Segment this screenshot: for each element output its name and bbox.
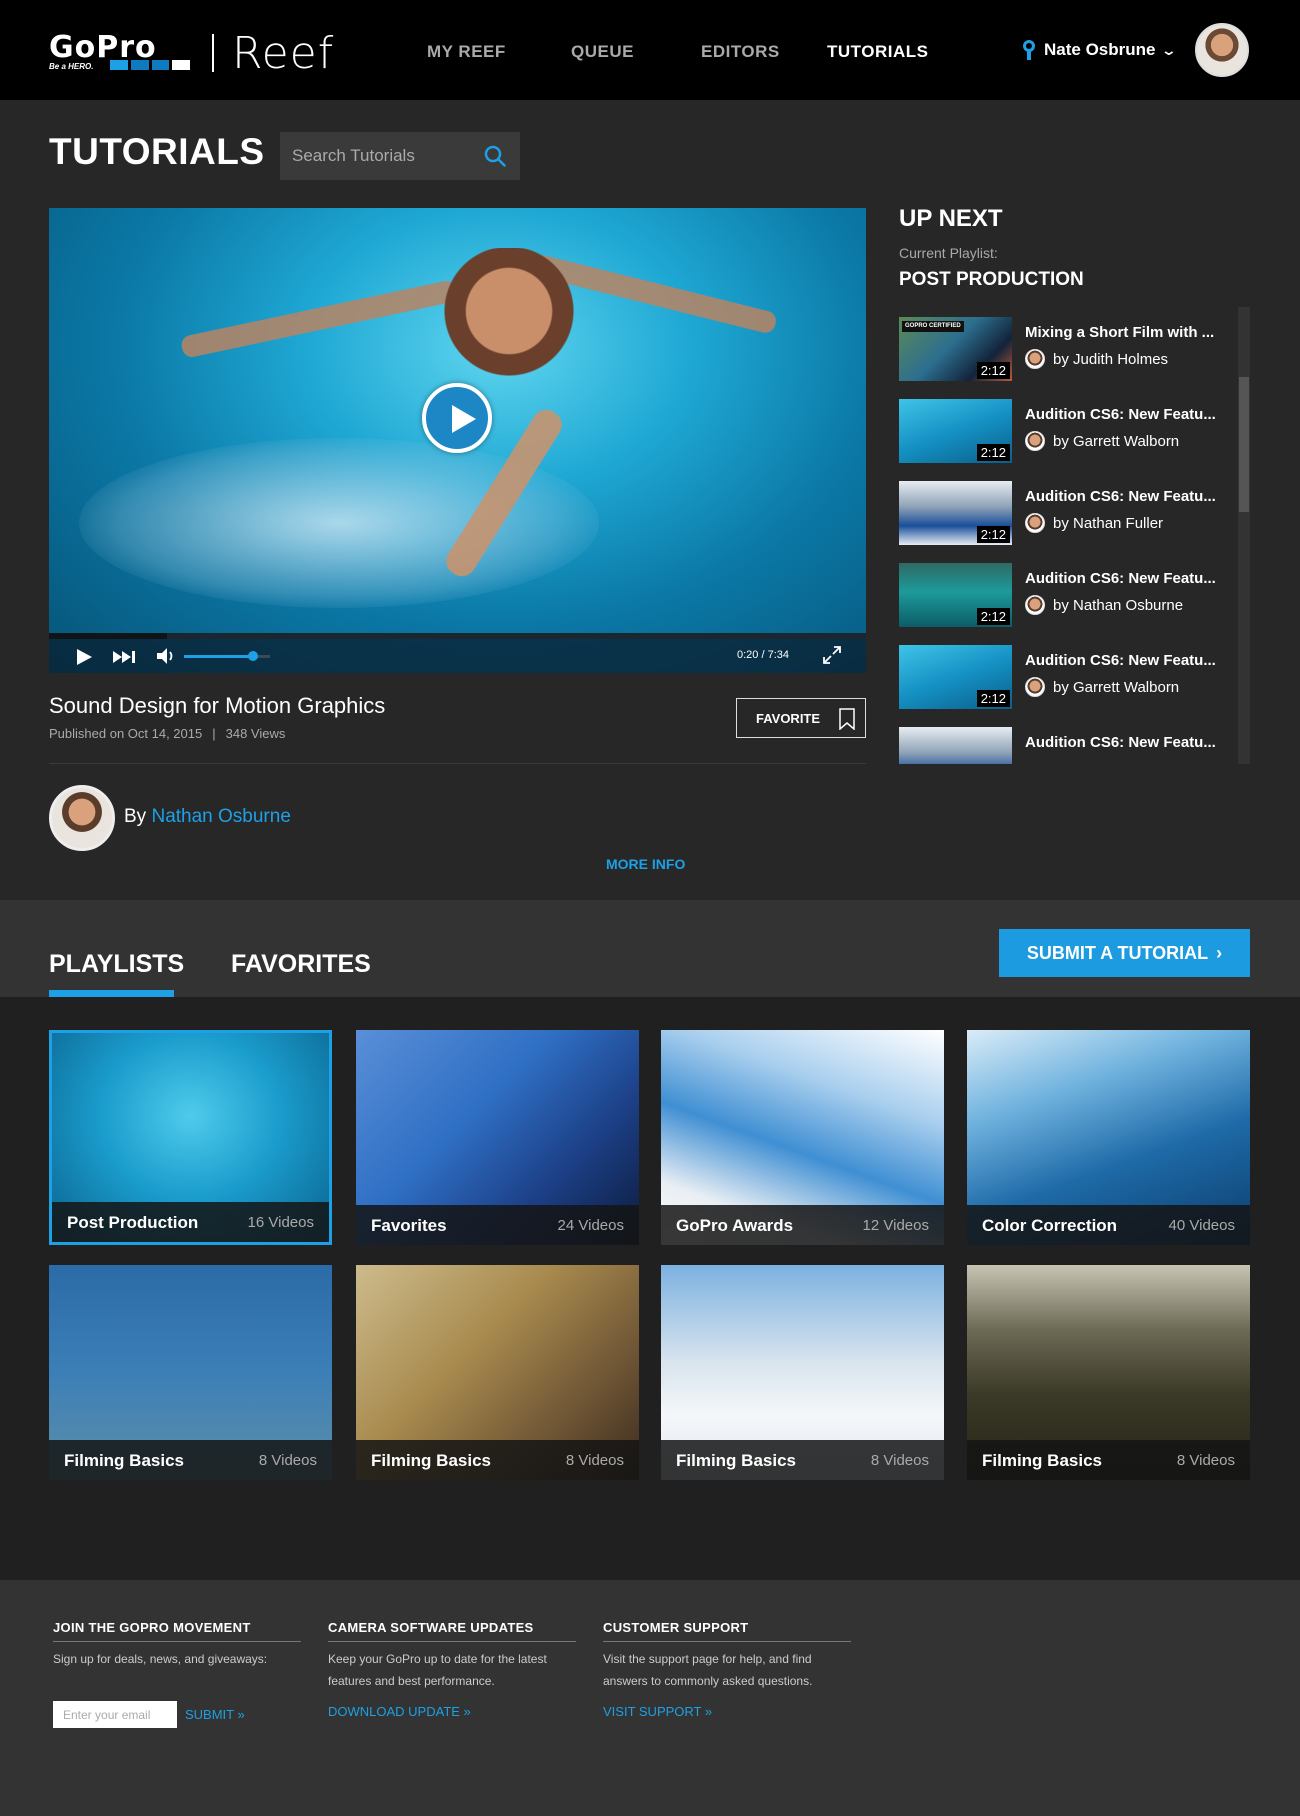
author-link[interactable]: Nathan Osburne (151, 806, 290, 827)
playlist-card[interactable]: Color Correction 40 Videos (967, 1030, 1250, 1245)
publish-date: Published on Oct 14, 2015 (49, 726, 203, 741)
search-input[interactable] (280, 146, 470, 166)
playlist-card[interactable]: Post Production 16 Videos (49, 1030, 332, 1245)
volume-slider[interactable] (184, 651, 270, 661)
user-avatar[interactable] (1195, 23, 1249, 77)
download-update-link[interactable]: DOWNLOAD UPDATE » (328, 1704, 471, 1719)
author-avatar[interactable] (49, 785, 115, 851)
newsletter-form: SUBMIT » (53, 1701, 245, 1728)
chevron-right-icon: › (1216, 942, 1223, 963)
active-tab-indicator (49, 990, 174, 997)
gopro-logo-mark (110, 60, 190, 70)
author-avatar-small (1025, 677, 1045, 697)
playlist-card[interactable]: Favorites 24 Videos (356, 1030, 639, 1245)
nav-tutorials[interactable]: TUTORIALS (827, 42, 928, 62)
playlist-card[interactable]: Filming Basics 8 Videos (49, 1265, 332, 1480)
up-next-item[interactable]: 2:12 Audition CS6: New Featu... by Natha… (899, 481, 1239, 545)
video-player[interactable]: 0:20 / 7:34 (49, 208, 866, 673)
playlist-card[interactable]: Filming Basics 8 Videos (356, 1265, 639, 1480)
divider (49, 763, 866, 764)
author-avatar-small (1025, 349, 1045, 369)
progress-played (49, 633, 168, 639)
progress-bar[interactable] (49, 633, 866, 639)
playlist-card[interactable]: Filming Basics 8 Videos (661, 1265, 944, 1480)
video-thumbnail[interactable]: 2:12 (899, 481, 1012, 545)
video-thumbnail[interactable]: GOPRO CERTIFIED 2:12 (899, 317, 1012, 381)
up-next-scrollbar[interactable] (1238, 307, 1250, 764)
video-title: Sound Design for Motion Graphics (49, 693, 386, 718)
view-count: 348 Views (225, 726, 286, 741)
playlist-card[interactable]: Filming Basics 8 Videos (967, 1265, 1250, 1480)
nav-my-reef[interactable]: MY REEF (427, 42, 506, 62)
video-controls: 0:20 / 7:34 (49, 633, 866, 673)
author-line: By Nathan Osburne (124, 806, 291, 827)
newsletter-submit-link[interactable]: SUBMIT » (185, 1707, 245, 1722)
play-icon[interactable] (77, 649, 92, 665)
user-name: Nate Osbrune (1044, 40, 1156, 59)
up-next-item[interactable]: 2:12 Audition CS6: New Featu... by Natha… (899, 563, 1239, 627)
tab-favorites[interactable]: FAVORITES (231, 950, 371, 979)
more-info-link[interactable]: MORE INFO (606, 856, 685, 872)
footer-join: JOIN THE GOPRO MOVEMENT Sign up for deal… (53, 1620, 301, 1670)
up-next-heading: UP NEXT (899, 205, 1003, 232)
fullscreen-icon[interactable] (822, 645, 842, 665)
certified-badge: GOPRO CERTIFIED (902, 321, 964, 332)
author-avatar-small (1025, 513, 1045, 533)
footer-updates: CAMERA SOFTWARE UPDATES Keep your GoPro … (328, 1620, 576, 1721)
author-avatar-small (1025, 595, 1045, 615)
scrollbar-thumb[interactable] (1239, 377, 1249, 512)
current-playlist-label: Current Playlist: (899, 245, 998, 261)
video-meta: Published on Oct 14, 2015 | 348 Views (49, 726, 286, 741)
user-menu[interactable]: Nate Osbrune ⌄ (1022, 40, 1178, 60)
video-thumbnail[interactable]: 2:12 (899, 399, 1012, 463)
reef-logo[interactable]: Reef (232, 28, 334, 79)
favorite-button[interactable]: FAVORITE (736, 698, 866, 738)
video-thumbnail[interactable]: 2:12 (899, 563, 1012, 627)
up-next-list: GOPRO CERTIFIED 2:12 Mixing a Short Film… (899, 307, 1250, 764)
up-next-item[interactable]: GOPRO CERTIFIED 2:12 Mixing a Short Film… (899, 317, 1239, 381)
search-box (280, 132, 520, 180)
page-title: TUTORIALS (49, 131, 265, 172)
video-thumbnail[interactable]: 2:12 (899, 645, 1012, 709)
search-icon[interactable] (484, 145, 506, 167)
logo-tagline: Be a HERO. (49, 62, 94, 71)
play-button[interactable] (422, 383, 492, 453)
nav-queue[interactable]: QUEUE (571, 42, 634, 62)
time-readout: 0:20 / 7:34 (737, 649, 789, 661)
video-thumbnail[interactable] (899, 727, 1012, 764)
top-header: GoPro Be a HERO. Reef MY REEF QUEUE EDIT… (0, 0, 1300, 100)
nav-editors[interactable]: EDITORS (701, 42, 780, 62)
visit-support-link[interactable]: VISIT SUPPORT » (603, 1704, 712, 1719)
volume-icon[interactable] (157, 647, 177, 665)
chevron-down-icon: ⌄ (1161, 41, 1178, 58)
author-avatar-small (1025, 431, 1045, 451)
bookmark-icon (839, 708, 855, 730)
badge-icon (1022, 40, 1036, 60)
current-playlist-name: POST PRODUCTION (899, 269, 1084, 290)
up-next-item[interactable]: 2:12 Audition CS6: New Featu... by Garre… (899, 645, 1239, 709)
up-next-item[interactable]: Audition CS6: New Featu... (899, 727, 1239, 764)
logo-divider (212, 34, 214, 72)
up-next-item[interactable]: 2:12 Audition CS6: New Featu... by Garre… (899, 399, 1239, 463)
volume-handle[interactable] (247, 651, 258, 661)
submit-tutorial-button[interactable]: SUBMIT A TUTORIAL › (999, 929, 1250, 977)
tab-playlists[interactable]: PLAYLISTS (49, 950, 184, 979)
playlist-card[interactable]: GoPro Awards 12 Videos (661, 1030, 944, 1245)
skip-next-icon[interactable] (113, 649, 137, 665)
footer-support: CUSTOMER SUPPORT Visit the support page … (603, 1620, 851, 1721)
email-field[interactable] (53, 1701, 177, 1728)
